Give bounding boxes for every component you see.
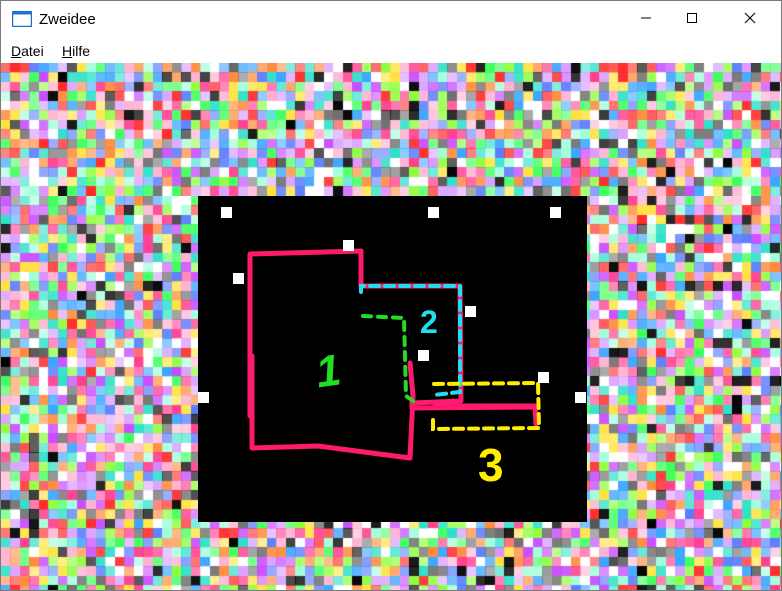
menu-bar: Datei Hilfe xyxy=(1,39,781,63)
shape-handle-2[interactable] xyxy=(233,273,244,284)
title-bar[interactable]: Zweidee xyxy=(1,1,781,39)
shape-handle-3[interactable] xyxy=(465,306,476,317)
menu-datei[interactable]: Datei xyxy=(11,43,44,59)
overlap-1-dashed xyxy=(361,314,415,403)
label-2: 2 xyxy=(420,304,438,340)
window-app-icon xyxy=(11,10,33,28)
shape-handle-1[interactable] xyxy=(343,240,354,251)
menu-hilfe[interactable]: Hilfe xyxy=(62,43,90,59)
shapes-layer: 1 2 3 xyxy=(247,248,542,491)
close-button[interactable] xyxy=(727,1,773,39)
close-icon xyxy=(744,11,756,29)
selection-handle-tr[interactable] xyxy=(550,207,561,218)
menu-hilfe-mnemonic: H xyxy=(62,43,73,59)
shape-handle-5[interactable] xyxy=(538,372,549,383)
window-title: Zweidee xyxy=(39,11,96,28)
maximize-icon xyxy=(686,11,698,29)
selection-handle-ml[interactable] xyxy=(198,392,209,403)
shape-3-outline xyxy=(409,400,539,427)
menu-datei-mnemonic: D xyxy=(11,43,22,59)
selection-handle-tc[interactable] xyxy=(428,207,439,218)
label-3: 3 xyxy=(478,439,504,491)
shape-handle-4[interactable] xyxy=(418,350,429,361)
selection-handle-mr[interactable] xyxy=(575,392,586,403)
minimize-button[interactable] xyxy=(623,1,669,39)
maximize-button[interactable] xyxy=(669,1,715,39)
label-1: 1 xyxy=(313,345,344,397)
minimize-icon xyxy=(640,11,652,29)
menu-hilfe-label: ilfe xyxy=(72,43,91,59)
drawing-canvas[interactable]: 1 2 3 xyxy=(198,196,587,522)
menu-datei-label: atei xyxy=(21,43,44,59)
app-window: Zweidee Datei Hilfe 1 2 3 xyxy=(0,0,782,591)
selection-handle-tl[interactable] xyxy=(221,207,232,218)
client-area[interactable]: 1 2 3 xyxy=(1,63,781,590)
